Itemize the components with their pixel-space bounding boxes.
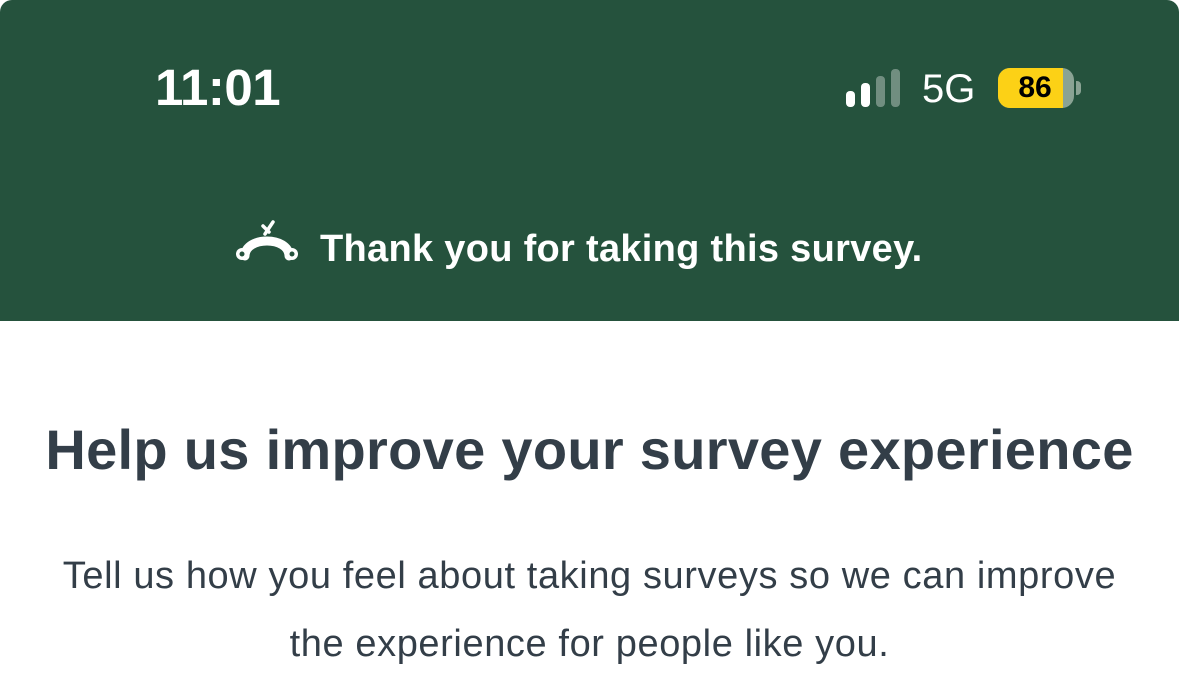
signal-bar <box>876 76 885 107</box>
signal-bar <box>861 83 870 107</box>
thank-you-message: Thank you for taking this survey. <box>320 228 923 270</box>
signal-bar <box>891 69 900 107</box>
surveymonkey-logo-icon <box>236 220 298 261</box>
battery-body: 86 <box>998 68 1074 108</box>
page-title: Help us improve your survey experience <box>45 418 1134 481</box>
status-time: 11:01 <box>155 59 281 116</box>
battery-nub <box>1076 81 1081 95</box>
page-description: Tell us how you feel about taking survey… <box>62 555 1117 665</box>
network-type: 5G <box>922 67 976 111</box>
thank-you-header: 11:01 5G 86 Thank you for taking this su… <box>0 0 1179 321</box>
signal-icon <box>846 69 906 107</box>
battery-icon: 86 <box>998 68 1084 108</box>
battery-level: 86 <box>1018 71 1052 104</box>
signal-bar <box>846 91 855 107</box>
